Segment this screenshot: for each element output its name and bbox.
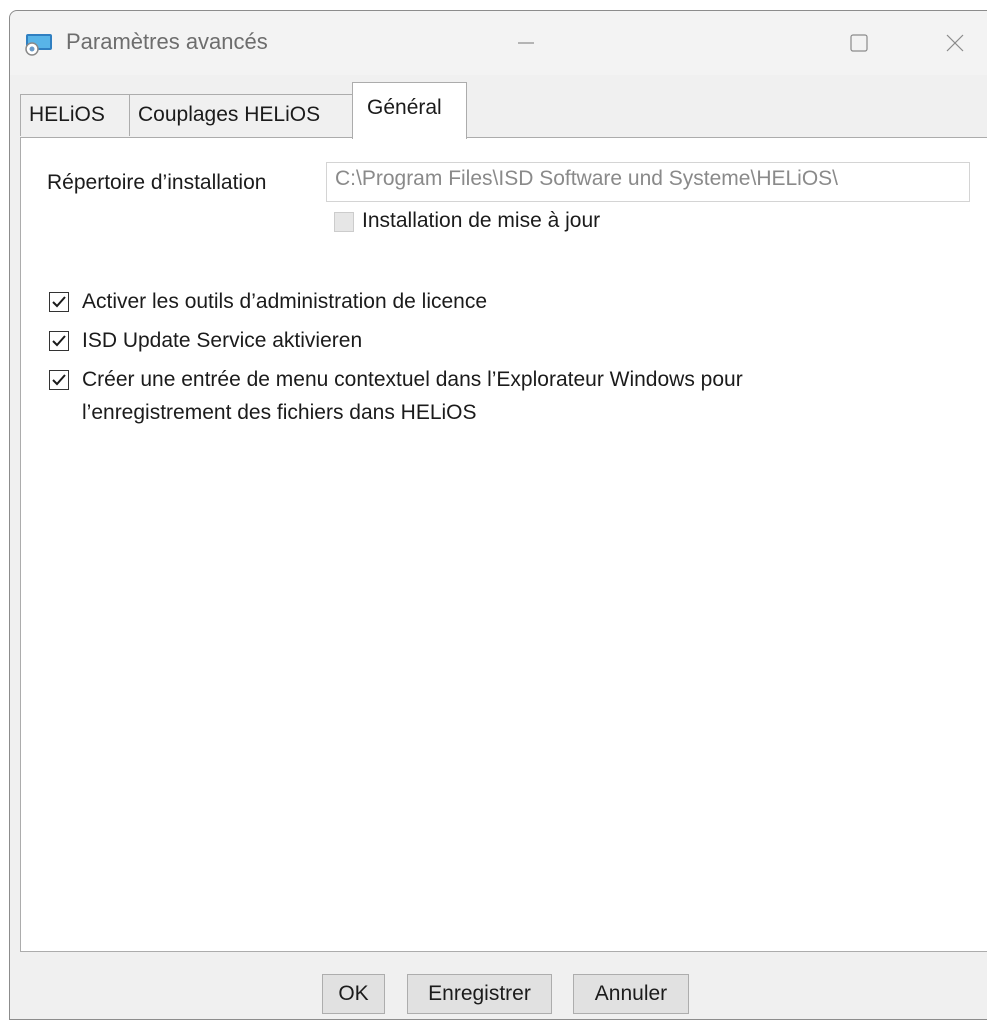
install-dir-label: Répertoire d’installation (47, 171, 267, 194)
context-menu-label-line2: l’enregistrement des fichiers dans HELiO… (82, 401, 477, 424)
save-button[interactable]: Enregistrer (407, 974, 552, 1014)
ok-button[interactable]: OK (322, 974, 385, 1014)
maximize-button[interactable] (839, 25, 879, 61)
update-service-checkbox[interactable] (49, 331, 69, 351)
general-tab-panel: Répertoire d’installation C:\Program Fil… (20, 137, 987, 952)
tab-couplages-helios[interactable]: Couplages HELiOS (129, 94, 354, 136)
checkmark-icon (52, 296, 66, 308)
window-title: Paramètres avancés (66, 29, 268, 54)
minimize-button[interactable] (506, 25, 546, 61)
license-admin-checkbox[interactable] (49, 292, 69, 312)
maximize-icon (850, 34, 868, 52)
settings-window: Paramètres avancés HELiOS Couplages HELi… (9, 10, 987, 1020)
update-service-label: ISD Update Service aktivieren (82, 329, 363, 352)
context-menu-label-line1: Créer une entrée de menu contextuel dans… (82, 368, 743, 391)
minimize-icon (518, 42, 534, 44)
update-install-label: Installation de mise à jour (362, 209, 601, 232)
install-dir-field[interactable]: C:\Program Files\ISD Software und System… (326, 162, 970, 202)
tab-general[interactable]: Général (352, 82, 467, 139)
cancel-button[interactable]: Annuler (573, 974, 689, 1014)
title-bar[interactable]: Paramètres avancés (10, 11, 987, 75)
close-button[interactable] (935, 25, 975, 61)
update-install-checkbox[interactable] (334, 212, 354, 232)
tab-helios[interactable]: HELiOS (20, 94, 130, 136)
checkmark-icon (52, 335, 66, 347)
close-icon (946, 34, 964, 52)
checkmark-icon (52, 374, 66, 386)
context-menu-checkbox[interactable] (49, 370, 69, 390)
app-icon (25, 32, 53, 56)
license-admin-label: Activer les outils d’administration de l… (82, 290, 488, 313)
